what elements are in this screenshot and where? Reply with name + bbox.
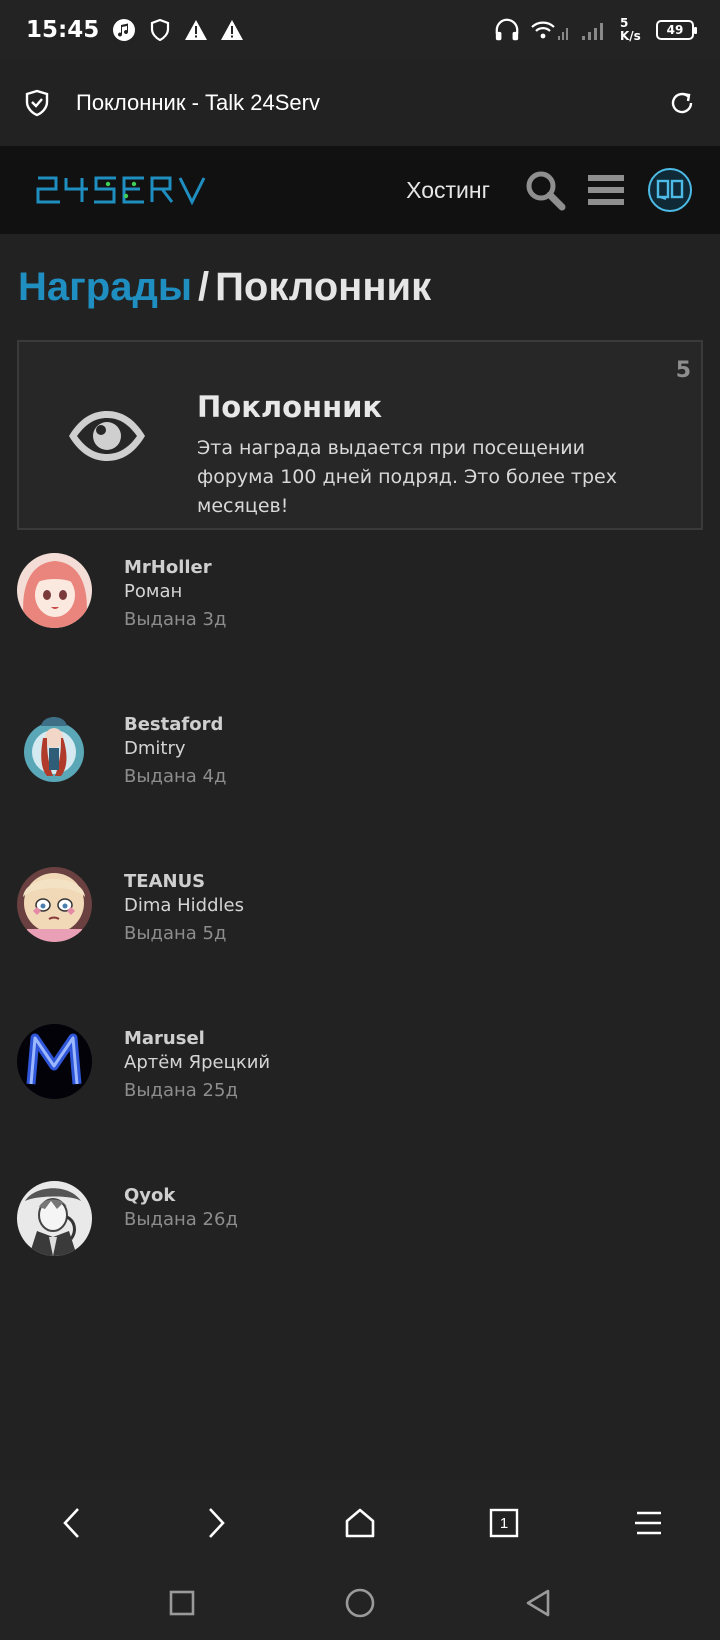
search-icon[interactable] bbox=[524, 169, 566, 211]
menu-lines-icon bbox=[635, 1511, 661, 1535]
page-title: Поклонник - Talk 24Serv bbox=[76, 90, 320, 115]
battery-indicator: 49 bbox=[656, 20, 697, 40]
avatar[interactable] bbox=[17, 553, 92, 628]
speed-unit: K/s bbox=[620, 29, 641, 43]
tabs-button[interactable]: 1 bbox=[474, 1493, 534, 1553]
site-logo[interactable] bbox=[36, 172, 226, 208]
chevron-right-icon bbox=[209, 1508, 225, 1538]
breadcrumb-current: Поклонник bbox=[215, 265, 432, 309]
warning-icon bbox=[183, 17, 209, 43]
user-avatar-icon bbox=[656, 179, 684, 200]
avatar[interactable] bbox=[17, 867, 92, 942]
site-header: Хостинг bbox=[0, 146, 720, 234]
recipient-real-name: Dmitry bbox=[124, 738, 186, 759]
home-icon bbox=[345, 1508, 375, 1538]
headphones-icon bbox=[494, 17, 520, 43]
recipient-item: Bestaford Dmitry Выдана 4д bbox=[0, 702, 720, 802]
triangle-back-icon bbox=[526, 1589, 550, 1617]
warning-icon bbox=[219, 17, 245, 43]
recipient-granted-time: Выдана 4д bbox=[124, 766, 227, 787]
recipient-item: MrHoller Роман Выдана 3д bbox=[0, 545, 720, 645]
recipient-username[interactable]: Qyok bbox=[124, 1185, 175, 1206]
shield-notification-icon bbox=[147, 17, 173, 43]
signal-icon bbox=[580, 17, 610, 43]
tabs-count: 1 bbox=[499, 1514, 509, 1532]
recipient-granted-time: Выдана 25д bbox=[124, 1080, 238, 1101]
browser-bottom-nav: 1 bbox=[0, 1480, 720, 1566]
logo-24serv bbox=[36, 176, 206, 206]
recipient-real-name: Роман bbox=[124, 581, 183, 602]
recipient-granted-time: Выдана 5д bbox=[124, 923, 227, 944]
recipient-item: Marusel Артём Ярецкий Выдана 25д bbox=[0, 1016, 720, 1116]
browser-title-bar: Поклонник - Talk 24Serv bbox=[0, 60, 720, 146]
status-time: 15:45 bbox=[26, 17, 100, 43]
award-description: Эта награда выдается при посещении форум… bbox=[197, 437, 617, 517]
square-icon bbox=[169, 1590, 195, 1616]
hamburger-menu-icon[interactable] bbox=[588, 173, 624, 207]
breadcrumb-separator: / bbox=[198, 265, 210, 309]
system-nav-bar bbox=[0, 1566, 720, 1640]
recipient-username[interactable]: TEANUS bbox=[124, 871, 205, 892]
chevron-left-icon bbox=[63, 1508, 79, 1538]
status-bar: 15:45 5 K/s 49 bbox=[0, 0, 720, 60]
breadcrumb: Награды / Поклонник bbox=[18, 265, 431, 310]
home-button[interactable] bbox=[330, 1493, 390, 1553]
user-avatar-button[interactable] bbox=[648, 168, 692, 212]
music-notification-icon bbox=[111, 17, 137, 43]
recipient-item: TEANUS Dima Hiddles Выдана 5д bbox=[0, 859, 720, 959]
wifi-icon bbox=[530, 17, 570, 43]
network-speed: 5 K/s bbox=[620, 17, 646, 43]
recipient-item: Qyok Выдана 26д bbox=[0, 1173, 720, 1273]
recipient-real-name: Dima Hiddles bbox=[124, 895, 244, 916]
reload-icon[interactable] bbox=[668, 89, 696, 117]
avatar[interactable] bbox=[17, 1181, 92, 1256]
system-back-button[interactable] bbox=[508, 1573, 568, 1633]
breadcrumb-awards-link[interactable]: Награды bbox=[18, 265, 192, 309]
menu-button[interactable] bbox=[618, 1493, 678, 1553]
recipient-username[interactable]: Bestaford bbox=[124, 714, 223, 735]
forward-button[interactable] bbox=[186, 1493, 246, 1553]
recipient-username[interactable]: Marusel bbox=[124, 1028, 205, 1049]
secure-shield-icon[interactable] bbox=[24, 89, 50, 117]
hosting-link[interactable]: Хостинг bbox=[406, 177, 490, 204]
award-card: 5 Поклонник Эта награда выдается при пос… bbox=[17, 340, 703, 530]
eye-icon bbox=[65, 408, 149, 468]
back-button[interactable] bbox=[42, 1493, 102, 1553]
avatar[interactable] bbox=[17, 1024, 92, 1099]
award-title: Поклонник bbox=[197, 390, 383, 424]
recipient-real-name: Артём Ярецкий bbox=[124, 1052, 271, 1073]
recipient-granted-time: Выдана 3д bbox=[124, 609, 227, 630]
recipient-granted-time: Выдана 26д bbox=[124, 1209, 238, 1230]
avatar[interactable] bbox=[17, 710, 92, 785]
recents-button[interactable] bbox=[152, 1573, 212, 1633]
recipient-username[interactable]: MrHoller bbox=[124, 557, 212, 578]
award-count: 5 bbox=[675, 358, 691, 383]
system-home-button[interactable] bbox=[330, 1573, 390, 1633]
circle-icon bbox=[345, 1588, 375, 1618]
